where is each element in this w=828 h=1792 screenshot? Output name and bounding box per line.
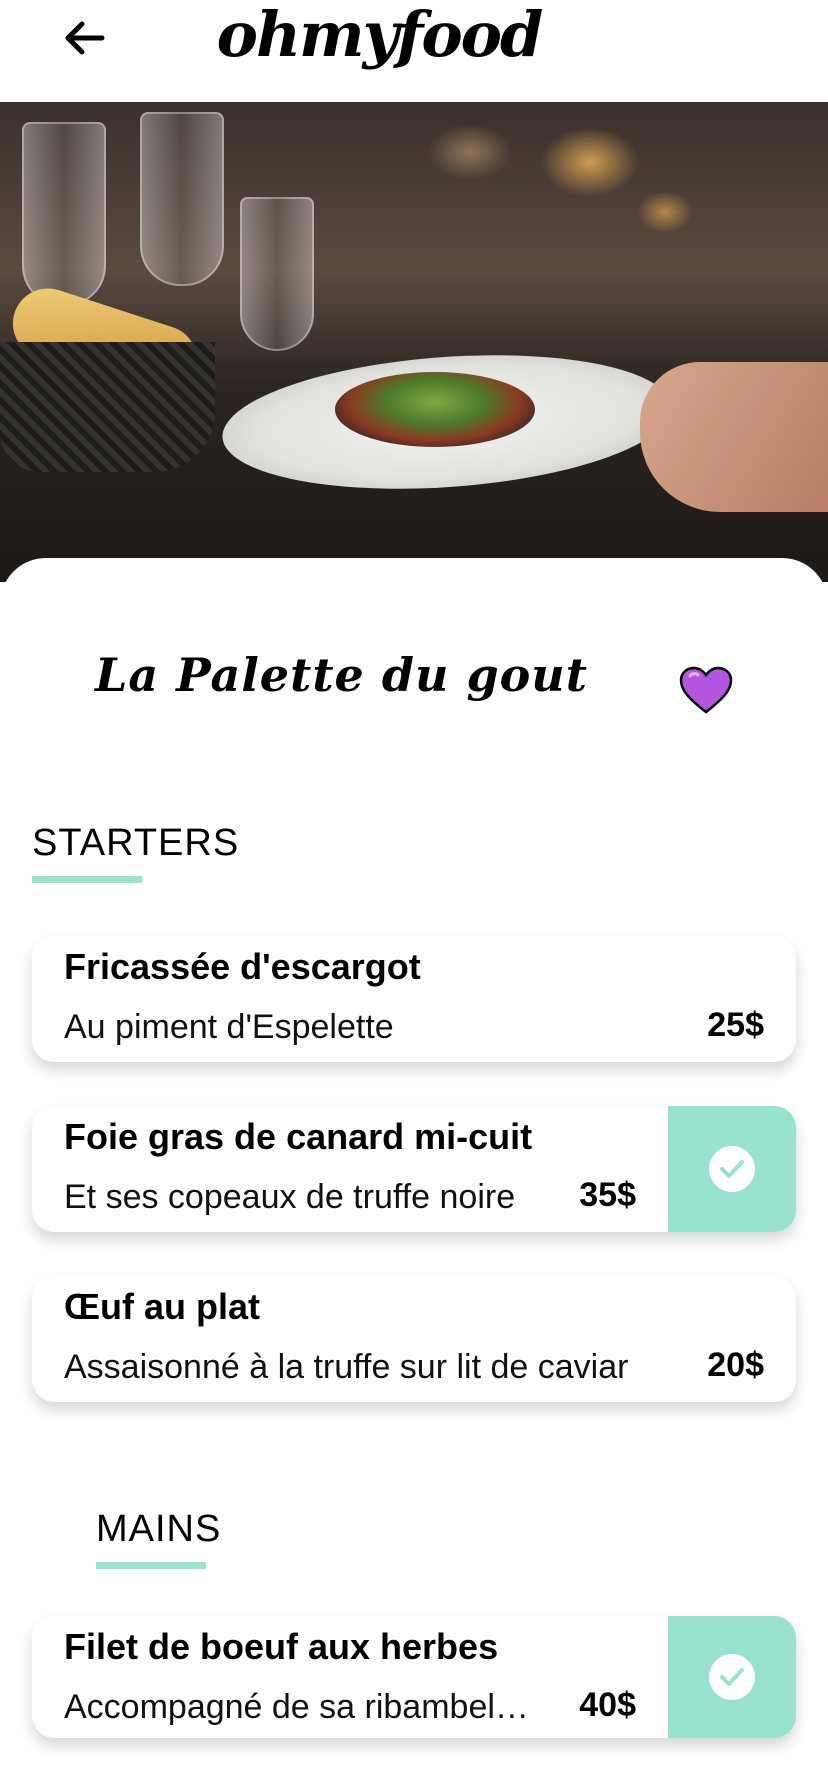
- menu-item-name: Fricassée d'escargot: [64, 946, 421, 987]
- menu-item-description: Et ses copeaux de truffe noire: [64, 1178, 516, 1216]
- app-logo: ohmyfood: [216, 0, 544, 71]
- menu-item-name: Filet de boeuf aux herbes: [64, 1626, 499, 1667]
- menu-item-description: Au piment d'Espelette: [64, 1008, 394, 1046]
- item-selected-indicator[interactable]: [668, 1106, 796, 1232]
- menu-item-price: 25$: [707, 1006, 764, 1044]
- menu-item-description: Assaisonné à la truffe sur lit de caviar: [64, 1348, 629, 1386]
- section-underline: [96, 1562, 206, 1569]
- menu-content: La Palette du gout STARTERS Fricassée d'…: [0, 558, 828, 1792]
- menu-item-price: 40$: [579, 1686, 636, 1724]
- restaurant-hero-image: [0, 102, 828, 582]
- section-title-starters: STARTERS: [32, 822, 240, 864]
- app-header: ohmyfood: [0, 0, 828, 102]
- check-icon: [720, 1668, 744, 1686]
- menu-item-card[interactable]: Filet de boeuf aux herbes Accompagné de …: [32, 1616, 796, 1738]
- menu-item-name: Œuf au plat: [64, 1286, 260, 1327]
- section-title-mains: MAINS: [96, 1508, 222, 1550]
- menu-item-card[interactable]: Foie gras de canard mi-cuit Et ses copea…: [32, 1106, 796, 1232]
- restaurant-name: La Palette du gout: [95, 648, 589, 702]
- menu-item-price: 20$: [707, 1346, 764, 1384]
- favorite-button[interactable]: [678, 666, 734, 716]
- heart-icon: [679, 666, 733, 714]
- menu-item-card[interactable]: Œuf au plat Assaisonné à la truffe sur l…: [32, 1276, 796, 1402]
- section-underline: [32, 876, 142, 883]
- item-selected-indicator[interactable]: [668, 1616, 796, 1738]
- menu-item-price: 35$: [579, 1176, 636, 1214]
- menu-item-name: Foie gras de canard mi-cuit: [64, 1116, 533, 1157]
- menu-item-card[interactable]: Fricassée d'escargot Au piment d'Espelet…: [32, 936, 796, 1062]
- menu-item-description: Accompagné de sa ribambelle de légumes: [64, 1688, 534, 1726]
- check-icon: [720, 1160, 744, 1178]
